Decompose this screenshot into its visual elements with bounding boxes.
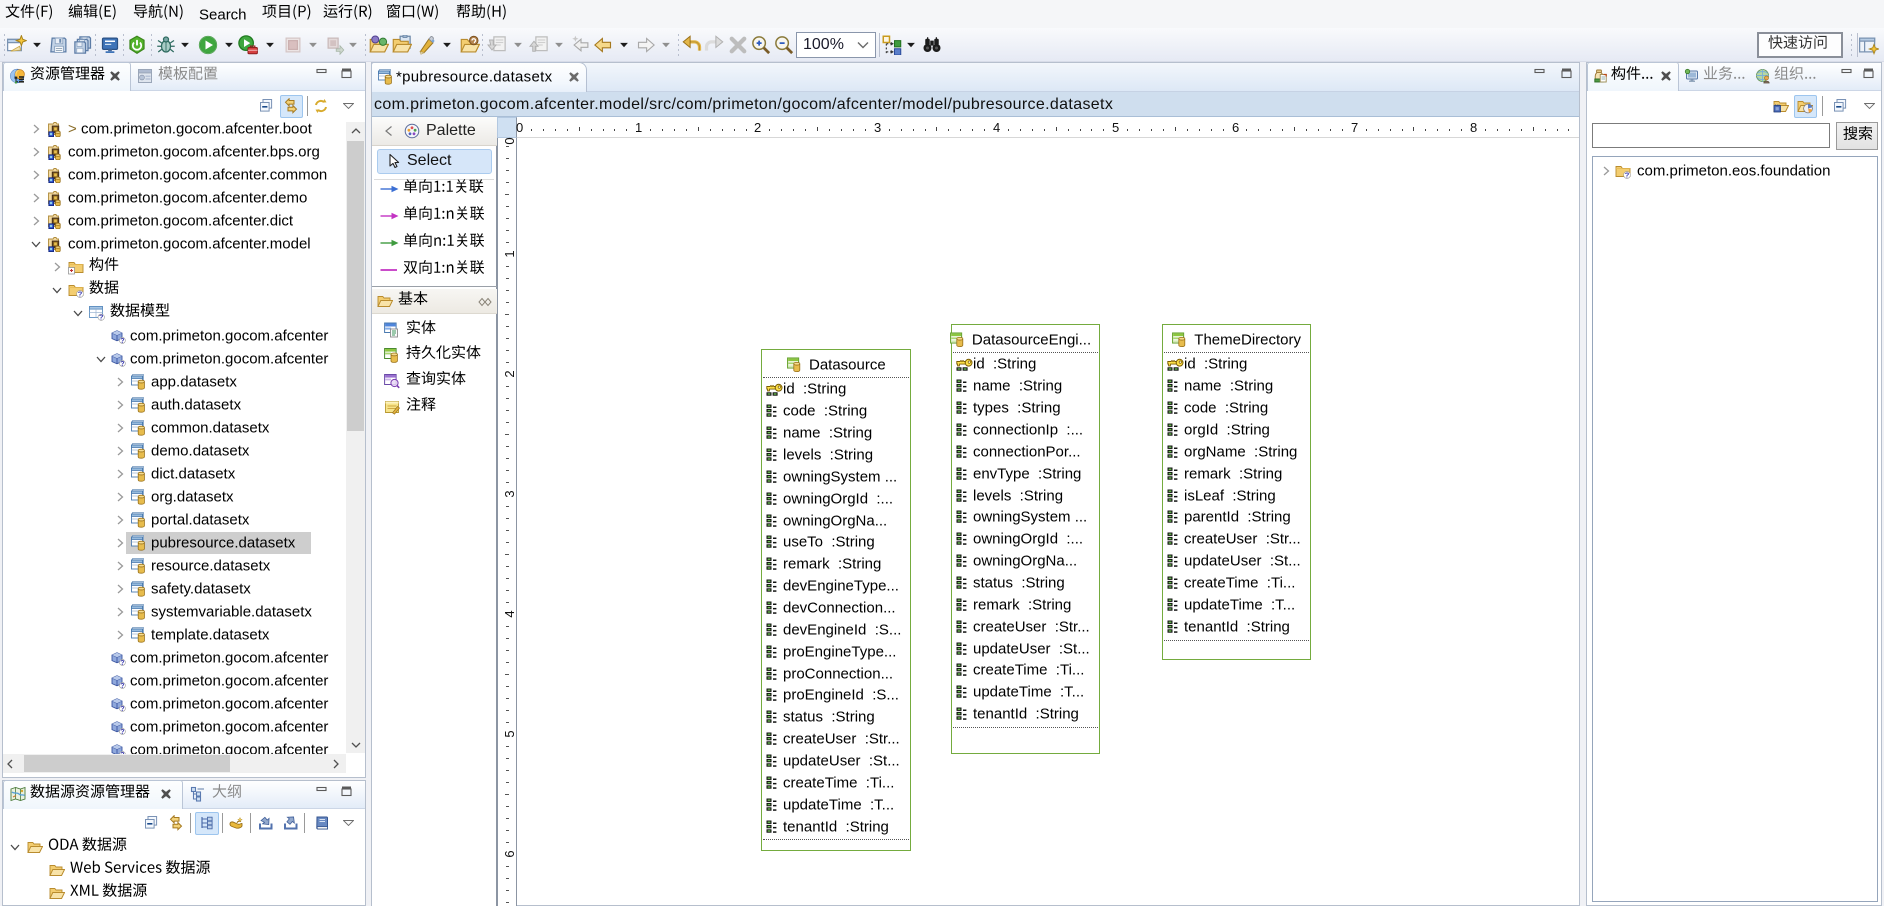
svg-text:?: ? [120,706,124,712]
svg-text:?: ? [1625,171,1630,179]
svg-text:?: ? [78,290,83,298]
svg-text:?: ? [120,361,124,367]
svg-text:?: ? [120,729,124,735]
svg-text:?: ? [120,338,124,344]
svg-text:?: ? [120,683,124,689]
svg-text:?: ? [99,313,104,321]
svg-text:?: ? [120,660,124,666]
